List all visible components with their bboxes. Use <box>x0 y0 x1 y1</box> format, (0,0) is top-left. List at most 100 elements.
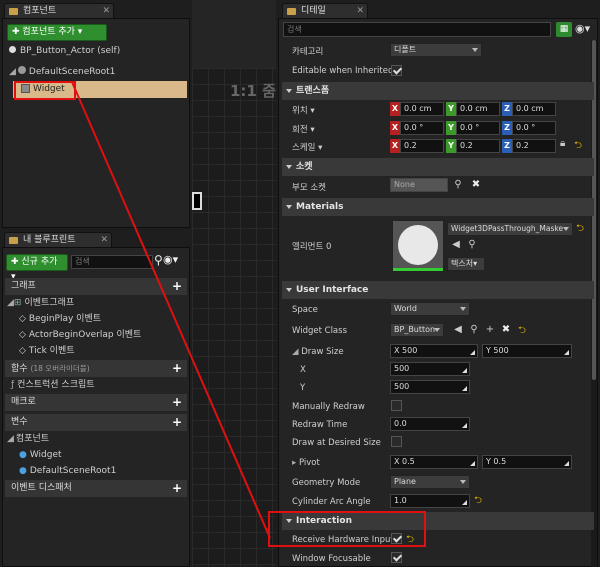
pivot-label[interactable]: ▸ Pivot <box>292 458 320 468</box>
my-blueprint-panel: ✚ 신규 추가 ▾ 검색 ⚲ ◉▾ 그래프 + ◢⊞ 이벤트그래프 ◇ BeginPl… <box>2 247 190 567</box>
components-category[interactable]: ◢ 컴포넌트 <box>3 431 189 448</box>
geometry-mode-dropdown[interactable]: Plane <box>390 475 470 489</box>
details-search-input[interactable]: 검색 <box>283 22 551 37</box>
components-panel: ✚ 컴포넌트 추가 ▾ BP_Button_Actor (self) ◢ Defa… <box>2 18 190 228</box>
window-focusable-label: Window Focusable <box>292 554 371 564</box>
location-label[interactable]: 위치 ▾ <box>292 104 315 116</box>
reset-arrow-icon[interactable]: ⮌ <box>574 138 582 155</box>
default-scene-root-item[interactable]: ◢ DefaultSceneRoot1 <box>3 64 189 81</box>
use-selected-arrow-icon[interactable]: ◀ <box>452 324 464 336</box>
event-item[interactable]: ◇ ActorBeginOverlap 이벤트 <box>3 327 189 344</box>
clear-icon[interactable]: ✖ <box>500 324 512 336</box>
add-new-button[interactable]: ✚ 신규 추가 ▾ <box>6 254 68 282</box>
draw-y-field[interactable]: 500 <box>390 380 470 394</box>
add-icon[interactable]: + <box>484 324 496 336</box>
add-graph-icon[interactable]: + <box>171 280 183 292</box>
draw-size-label[interactable]: ◢ Draw Size <box>292 347 344 357</box>
search-icon[interactable]: ⚲ <box>452 179 464 191</box>
manually-redraw-label: Manually Redraw <box>292 402 365 412</box>
axis-z: Z <box>502 121 512 135</box>
rotation-x-field[interactable]: 0.0 ° <box>400 121 444 135</box>
widget-highlight-box <box>14 81 76 100</box>
annotation-highlight-box <box>268 511 426 547</box>
clear-icon[interactable]: ✖ <box>470 179 482 191</box>
tab-details[interactable]: 디테일 ✕ <box>282 3 368 19</box>
material-thumbnail[interactable] <box>392 220 444 272</box>
add-dispatcher-icon[interactable]: + <box>171 482 183 494</box>
variables-section[interactable]: 변수 + <box>5 414 187 431</box>
texture-dropdown[interactable]: 텍스처▾ <box>447 257 485 271</box>
tab-my-blueprint[interactable]: 내 블루프린트 ✕ <box>4 232 112 248</box>
variable-icon: ● <box>19 466 27 476</box>
blueprint-search-input[interactable]: 검색 <box>71 255 153 269</box>
material-dropdown[interactable]: Widget3DPassThrough_Maske <box>447 222 573 236</box>
location-z-field[interactable]: 0.0 cm <box>512 102 556 116</box>
search-icon[interactable]: ⚲ <box>466 239 478 251</box>
parent-socket-field[interactable]: None <box>390 178 448 192</box>
graph-section[interactable]: 그래프 + <box>5 278 187 295</box>
redraw-time-field[interactable]: 0.0 <box>390 417 470 431</box>
scale-x-field[interactable]: 0.2 <box>400 139 444 153</box>
close-icon[interactable]: ✕ <box>100 233 108 248</box>
macros-section[interactable]: 매크로 + <box>5 394 187 411</box>
event-item[interactable]: ◇ BeginPlay 이벤트 <box>3 311 189 328</box>
pivot-y-field[interactable]: Y 0.5 <box>482 455 572 469</box>
widget-class-dropdown[interactable]: BP_Button <box>390 323 444 337</box>
draw-x-label: X <box>300 365 306 375</box>
reset-arrow-icon[interactable]: ⮌ <box>518 323 526 340</box>
viewport-area[interactable]: 1:1 줌 <box>192 0 276 567</box>
cylinder-arc-angle-label: Cylinder Arc Angle <box>292 497 371 507</box>
rotation-z-field[interactable]: 0.0 ° <box>512 121 556 135</box>
cylinder-arc-angle-field[interactable]: 1.0 <box>390 494 470 508</box>
category-dropdown[interactable]: 디폴트 <box>390 43 482 57</box>
event-item[interactable]: ◇ Tick 이벤트 <box>3 343 189 360</box>
variable-item[interactable]: ● DefaultSceneRoot1 <box>3 463 189 480</box>
viewport-widget <box>192 192 202 210</box>
event-dispatchers-section[interactable]: 이벤트 디스패처 + <box>5 480 187 497</box>
lock-icon[interactable]: 🔒︎ <box>560 138 565 149</box>
search-icon[interactable]: ⚲ <box>468 324 480 336</box>
variable-item[interactable]: ● Widget <box>3 447 189 464</box>
use-selected-arrow-icon[interactable]: ◀ <box>450 239 462 251</box>
draw-size-y-field[interactable]: Y 500 <box>482 344 572 358</box>
grid-view-icon[interactable]: ▦ <box>556 22 572 37</box>
reset-arrow-icon[interactable]: ⮌ <box>576 221 584 238</box>
close-icon[interactable]: ✕ <box>102 4 110 19</box>
eye-icon[interactable]: ◉▾ <box>575 22 590 35</box>
close-icon[interactable]: ✕ <box>356 4 364 19</box>
add-component-button[interactable]: ✚ 컴포넌트 추가 ▾ <box>7 24 107 41</box>
reset-arrow-icon[interactable]: ⮌ <box>474 493 482 510</box>
window-focusable-checkbox[interactable] <box>391 552 402 563</box>
transform-section[interactable]: 트랜스폼 <box>282 82 594 100</box>
user-interface-section[interactable]: User Interface <box>282 281 594 299</box>
scale-z-field[interactable]: 0.2 <box>512 139 556 153</box>
rotation-y-field[interactable]: 0.0 ° <box>456 121 500 135</box>
draw-x-field[interactable]: 500 <box>390 362 470 376</box>
scale-label[interactable]: 스케일 ▾ <box>292 141 322 153</box>
manually-redraw-checkbox[interactable] <box>391 400 402 411</box>
materials-section[interactable]: Materials <box>282 198 594 216</box>
component-icon <box>9 8 18 15</box>
add-variable-icon[interactable]: + <box>171 416 183 428</box>
add-macro-icon[interactable]: + <box>171 396 183 408</box>
add-function-icon[interactable]: + <box>171 362 183 374</box>
location-x-field[interactable]: 0.0 cm <box>400 102 444 116</box>
editable-inherited-checkbox[interactable] <box>391 65 402 76</box>
draw-size-x-field[interactable]: X 500 <box>390 344 478 358</box>
viewport-grid <box>192 68 276 567</box>
tab-components[interactable]: 컴포넌트 ✕ <box>4 3 114 19</box>
socket-section[interactable]: 소켓 <box>282 158 594 176</box>
construction-script-item[interactable]: ƒ 컨스트럭션 스크립트 <box>3 377 189 394</box>
search-icon[interactable]: ⚲ <box>154 253 163 267</box>
rotation-label[interactable]: 회전 ▾ <box>292 123 315 135</box>
eye-icon[interactable]: ◉▾ <box>163 253 178 266</box>
self-item[interactable]: BP_Button_Actor (self) <box>3 43 189 60</box>
space-dropdown[interactable]: World <box>390 302 470 316</box>
pivot-x-field[interactable]: X 0.5 <box>390 455 478 469</box>
scale-y-field[interactable]: 0.2 <box>456 139 500 153</box>
draw-desired-size-checkbox[interactable] <box>391 436 402 447</box>
expand-arrow-icon: ◢ <box>9 67 16 77</box>
functions-section[interactable]: 함수 (18 오버라이더블) + <box>5 360 187 377</box>
location-y-field[interactable]: 0.0 cm <box>456 102 500 116</box>
event-graph-item[interactable]: ◢⊞ 이벤트그래프 <box>3 295 189 312</box>
